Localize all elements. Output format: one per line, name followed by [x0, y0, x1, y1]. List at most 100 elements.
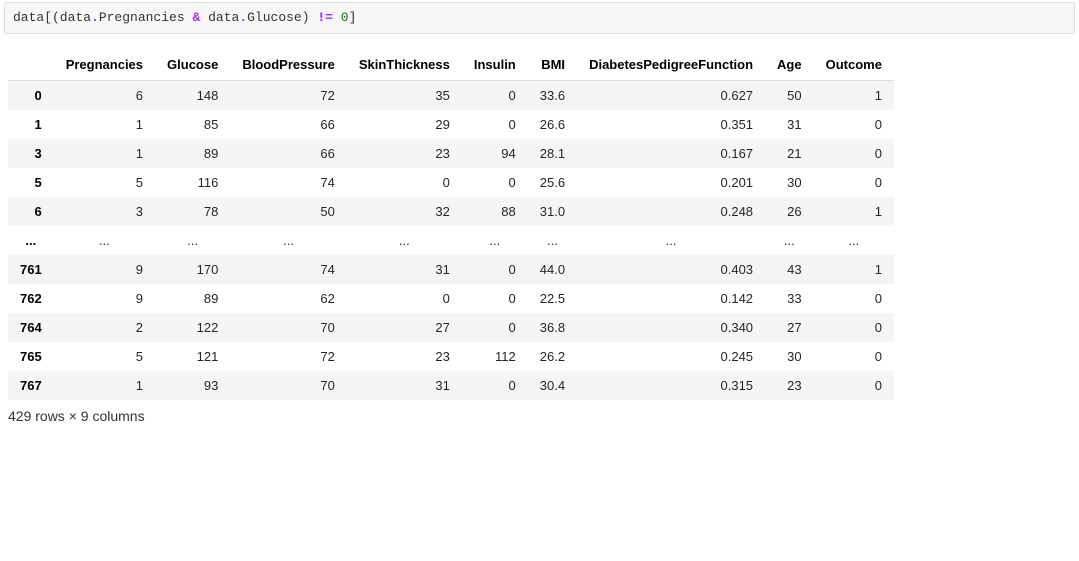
column-header: BMI	[528, 50, 577, 81]
code-token: 0	[341, 10, 349, 25]
cell: 0.315	[577, 371, 765, 400]
row-index: 762	[8, 284, 54, 313]
cell: 0	[814, 342, 894, 371]
cell: 30	[765, 168, 814, 197]
cell: 1	[814, 81, 894, 111]
cell: 21	[765, 139, 814, 168]
cell: 1	[54, 371, 155, 400]
cell: 0	[814, 139, 894, 168]
cell: 72	[230, 342, 346, 371]
code-token: data[(data	[13, 10, 91, 25]
cell: 0	[814, 313, 894, 342]
cell: 0	[814, 168, 894, 197]
cell: 23	[765, 371, 814, 400]
cell: 25.6	[528, 168, 577, 197]
cell: 116	[155, 168, 230, 197]
cell: 5	[54, 342, 155, 371]
table-row: ..............................	[8, 226, 894, 255]
column-header: SkinThickness	[347, 50, 462, 81]
cell: 3	[54, 197, 155, 226]
notebook-container: data[(data.Pregnancies & data.Glucose) !…	[0, 0, 1079, 440]
row-index: 764	[8, 313, 54, 342]
cell: 78	[155, 197, 230, 226]
cell: 0.340	[577, 313, 765, 342]
row-index: 761	[8, 255, 54, 284]
code-token: ]	[349, 10, 357, 25]
cell: 2	[54, 313, 155, 342]
table-row: 7671937031030.40.315230	[8, 371, 894, 400]
cell: 50	[765, 81, 814, 111]
row-index: 3	[8, 139, 54, 168]
row-index: 765	[8, 342, 54, 371]
cell: 26	[765, 197, 814, 226]
cell: ...	[814, 226, 894, 255]
cell: 0.201	[577, 168, 765, 197]
cell: 33.6	[528, 81, 577, 111]
cell: 23	[347, 139, 462, 168]
code-token: )	[302, 10, 318, 25]
row-index: 767	[8, 371, 54, 400]
cell: 1	[814, 197, 894, 226]
cell: 32	[347, 197, 462, 226]
cell: 33	[765, 284, 814, 313]
cell: 0.167	[577, 139, 765, 168]
output-area: PregnanciesGlucoseBloodPressureSkinThick…	[4, 44, 1075, 438]
cell: 31	[347, 255, 462, 284]
column-header: Outcome	[814, 50, 894, 81]
column-header: Insulin	[462, 50, 528, 81]
cell: 0	[462, 284, 528, 313]
code-input-cell[interactable]: data[(data.Pregnancies & data.Glucose) !…	[4, 2, 1075, 34]
cell: 66	[230, 110, 346, 139]
cell: 29	[347, 110, 462, 139]
cell: 30.4	[528, 371, 577, 400]
table-row: 76191707431044.00.403431	[8, 255, 894, 284]
cell: 23	[347, 342, 462, 371]
cell: 22.5	[528, 284, 577, 313]
cell: 0.248	[577, 197, 765, 226]
code-token	[333, 10, 341, 25]
cell: 44.0	[528, 255, 577, 284]
cell: 50	[230, 197, 346, 226]
code-token: !=	[317, 10, 333, 25]
cell: ...	[577, 226, 765, 255]
table-row: 11856629026.60.351310	[8, 110, 894, 139]
cell: 0.403	[577, 255, 765, 284]
code-token: .	[239, 10, 247, 25]
row-index: ...	[8, 226, 54, 255]
cell: 26.2	[528, 342, 577, 371]
cell: 43	[765, 255, 814, 284]
table-row: 061487235033.60.627501	[8, 81, 894, 111]
cell: 36.8	[528, 313, 577, 342]
table-body: 061487235033.60.62750111856629026.60.351…	[8, 81, 894, 401]
cell: 72	[230, 81, 346, 111]
cell: 0	[347, 168, 462, 197]
code-token: Pregnancies	[99, 10, 185, 25]
cell: 6	[54, 81, 155, 111]
cell: ...	[528, 226, 577, 255]
cell: 0	[347, 284, 462, 313]
row-index: 5	[8, 168, 54, 197]
code-token: .	[91, 10, 99, 25]
table-row: 76421227027036.80.340270	[8, 313, 894, 342]
code-token	[200, 10, 208, 25]
cell: 85	[155, 110, 230, 139]
cell: ...	[765, 226, 814, 255]
cell: 0	[462, 168, 528, 197]
cell: 170	[155, 255, 230, 284]
cell: 9	[54, 284, 155, 313]
cell: ...	[54, 226, 155, 255]
column-header: Glucose	[155, 50, 230, 81]
column-header: DiabetesPedigreeFunction	[577, 50, 765, 81]
dataframe-table: PregnanciesGlucoseBloodPressureSkinThick…	[8, 50, 894, 400]
cell: 88	[462, 197, 528, 226]
cell: ...	[347, 226, 462, 255]
cell: 121	[155, 342, 230, 371]
cell: 70	[230, 313, 346, 342]
cell: 62	[230, 284, 346, 313]
cell: 28.1	[528, 139, 577, 168]
cell: 0	[462, 255, 528, 284]
cell: ...	[230, 226, 346, 255]
cell: 112	[462, 342, 528, 371]
column-header: Pregnancies	[54, 50, 155, 81]
cell: 31	[765, 110, 814, 139]
